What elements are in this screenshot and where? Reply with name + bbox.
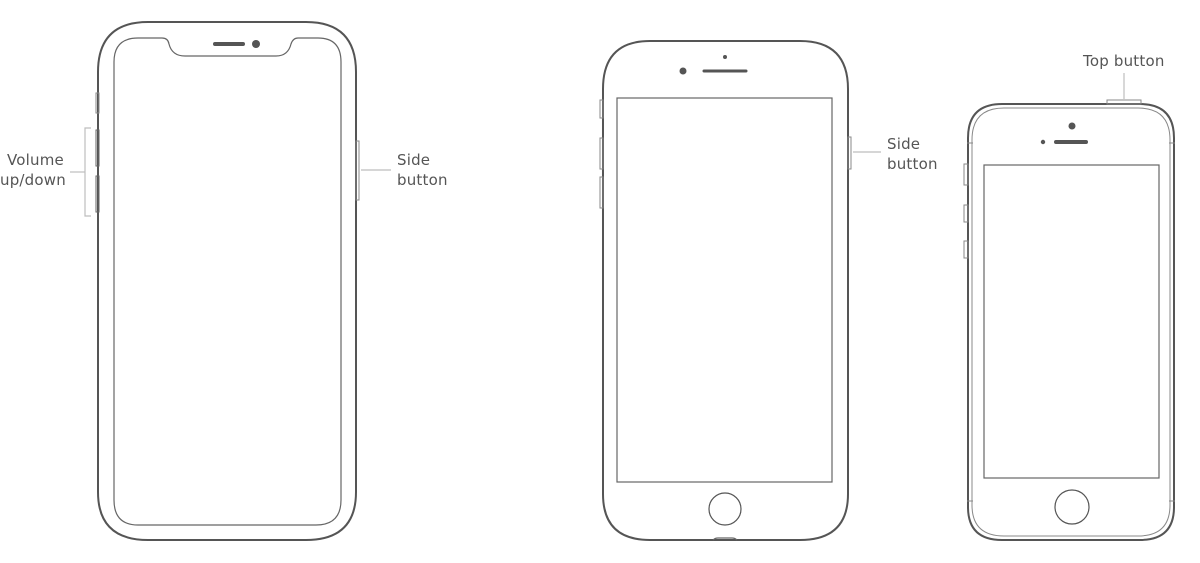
volume-callout-bracket [84,127,91,217]
phone-homebutton [599,40,881,541]
top-button-label-text: Top button [1083,52,1165,70]
phone-homebutton-screen [616,97,833,483]
side-button-label-line1: Side [887,135,921,153]
side-button-label-phone2: Side button [887,134,938,174]
sensor-dot [723,55,727,59]
phone-small-inner-band [971,107,1171,537]
volume-label: Volume up/down [0,150,66,190]
phone-small-screen [983,164,1160,479]
phone-faceid-screen [113,37,342,526]
side-button-label-line1: Side [397,151,431,169]
phone-homebutton-body [602,40,849,541]
side-button-label-line2: button [887,155,938,173]
front-camera [679,67,687,75]
phone-faceid-body [97,21,357,541]
phone-small-body [967,103,1175,541]
side-button [847,136,852,170]
diagram-canvas [70,21,1175,541]
sensor-dot [1040,139,1046,145]
side-button-label-line2: button [397,171,448,189]
home-button [708,492,742,526]
home-button [1054,489,1090,525]
phone-small [963,73,1175,541]
front-camera [252,40,260,48]
volume-up-button [599,137,604,170]
volume-down-button [599,176,604,209]
side-button-label-phone1: Side button [397,150,448,190]
volume-label-line1: Volume [7,151,64,169]
volume-label-line2: up/down [0,171,66,189]
side-button [355,140,360,201]
phone-faceid [70,21,391,541]
top-button-label: Top button [1083,51,1165,71]
front-camera [1068,122,1076,130]
ring-switch [599,99,604,119]
